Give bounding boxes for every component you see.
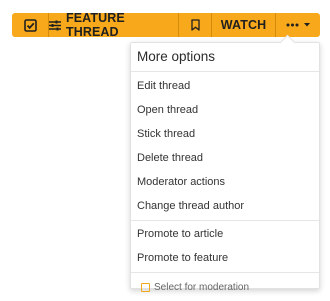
menu-item-open-thread[interactable]: Open thread — [131, 98, 319, 122]
menu-item-delete-thread[interactable]: Delete thread — [131, 146, 319, 170]
watch-button[interactable]: WATCH — [212, 13, 276, 37]
bookmark-icon — [190, 19, 200, 31]
checkbox-check-icon — [23, 18, 37, 32]
menu-title: More options — [131, 43, 319, 72]
feature-thread-button[interactable]: FEATURE THREAD — [49, 13, 179, 37]
select-for-moderation-label: Select for moderation — [154, 281, 250, 293]
ellipsis-icon — [286, 23, 299, 27]
menu-item-promote-to-article[interactable]: Promote to article — [131, 222, 319, 246]
sliders-icon — [49, 20, 61, 31]
select-for-moderation-option[interactable]: Select for moderation — [131, 273, 319, 301]
select-thread-button[interactable] — [12, 13, 49, 37]
thread-actions-group: Edit thread Open thread Stick thread Del… — [131, 72, 319, 221]
bookmark-button[interactable] — [179, 13, 212, 37]
menu-item-promote-to-feature[interactable]: Promote to feature — [131, 246, 319, 270]
menu-item-edit-thread[interactable]: Edit thread — [131, 74, 319, 98]
menu-item-stick-thread[interactable]: Stick thread — [131, 122, 319, 146]
feature-thread-label: FEATURE THREAD — [66, 13, 125, 37]
caret-down-icon — [304, 23, 310, 27]
moderation-checkbox[interactable] — [141, 282, 150, 292]
more-options-menu: More options Edit thread Open thread Sti… — [130, 42, 320, 293]
watch-label: WATCH — [220, 18, 267, 32]
menu-item-change-thread-author[interactable]: Change thread author — [131, 194, 319, 218]
thread-toolbar: FEATURE THREAD WATCH — [12, 13, 320, 37]
menu-item-moderator-actions[interactable]: Moderator actions — [131, 170, 319, 194]
more-options-button[interactable] — [276, 13, 320, 37]
promote-actions-group: Promote to article Promote to feature — [131, 221, 319, 273]
